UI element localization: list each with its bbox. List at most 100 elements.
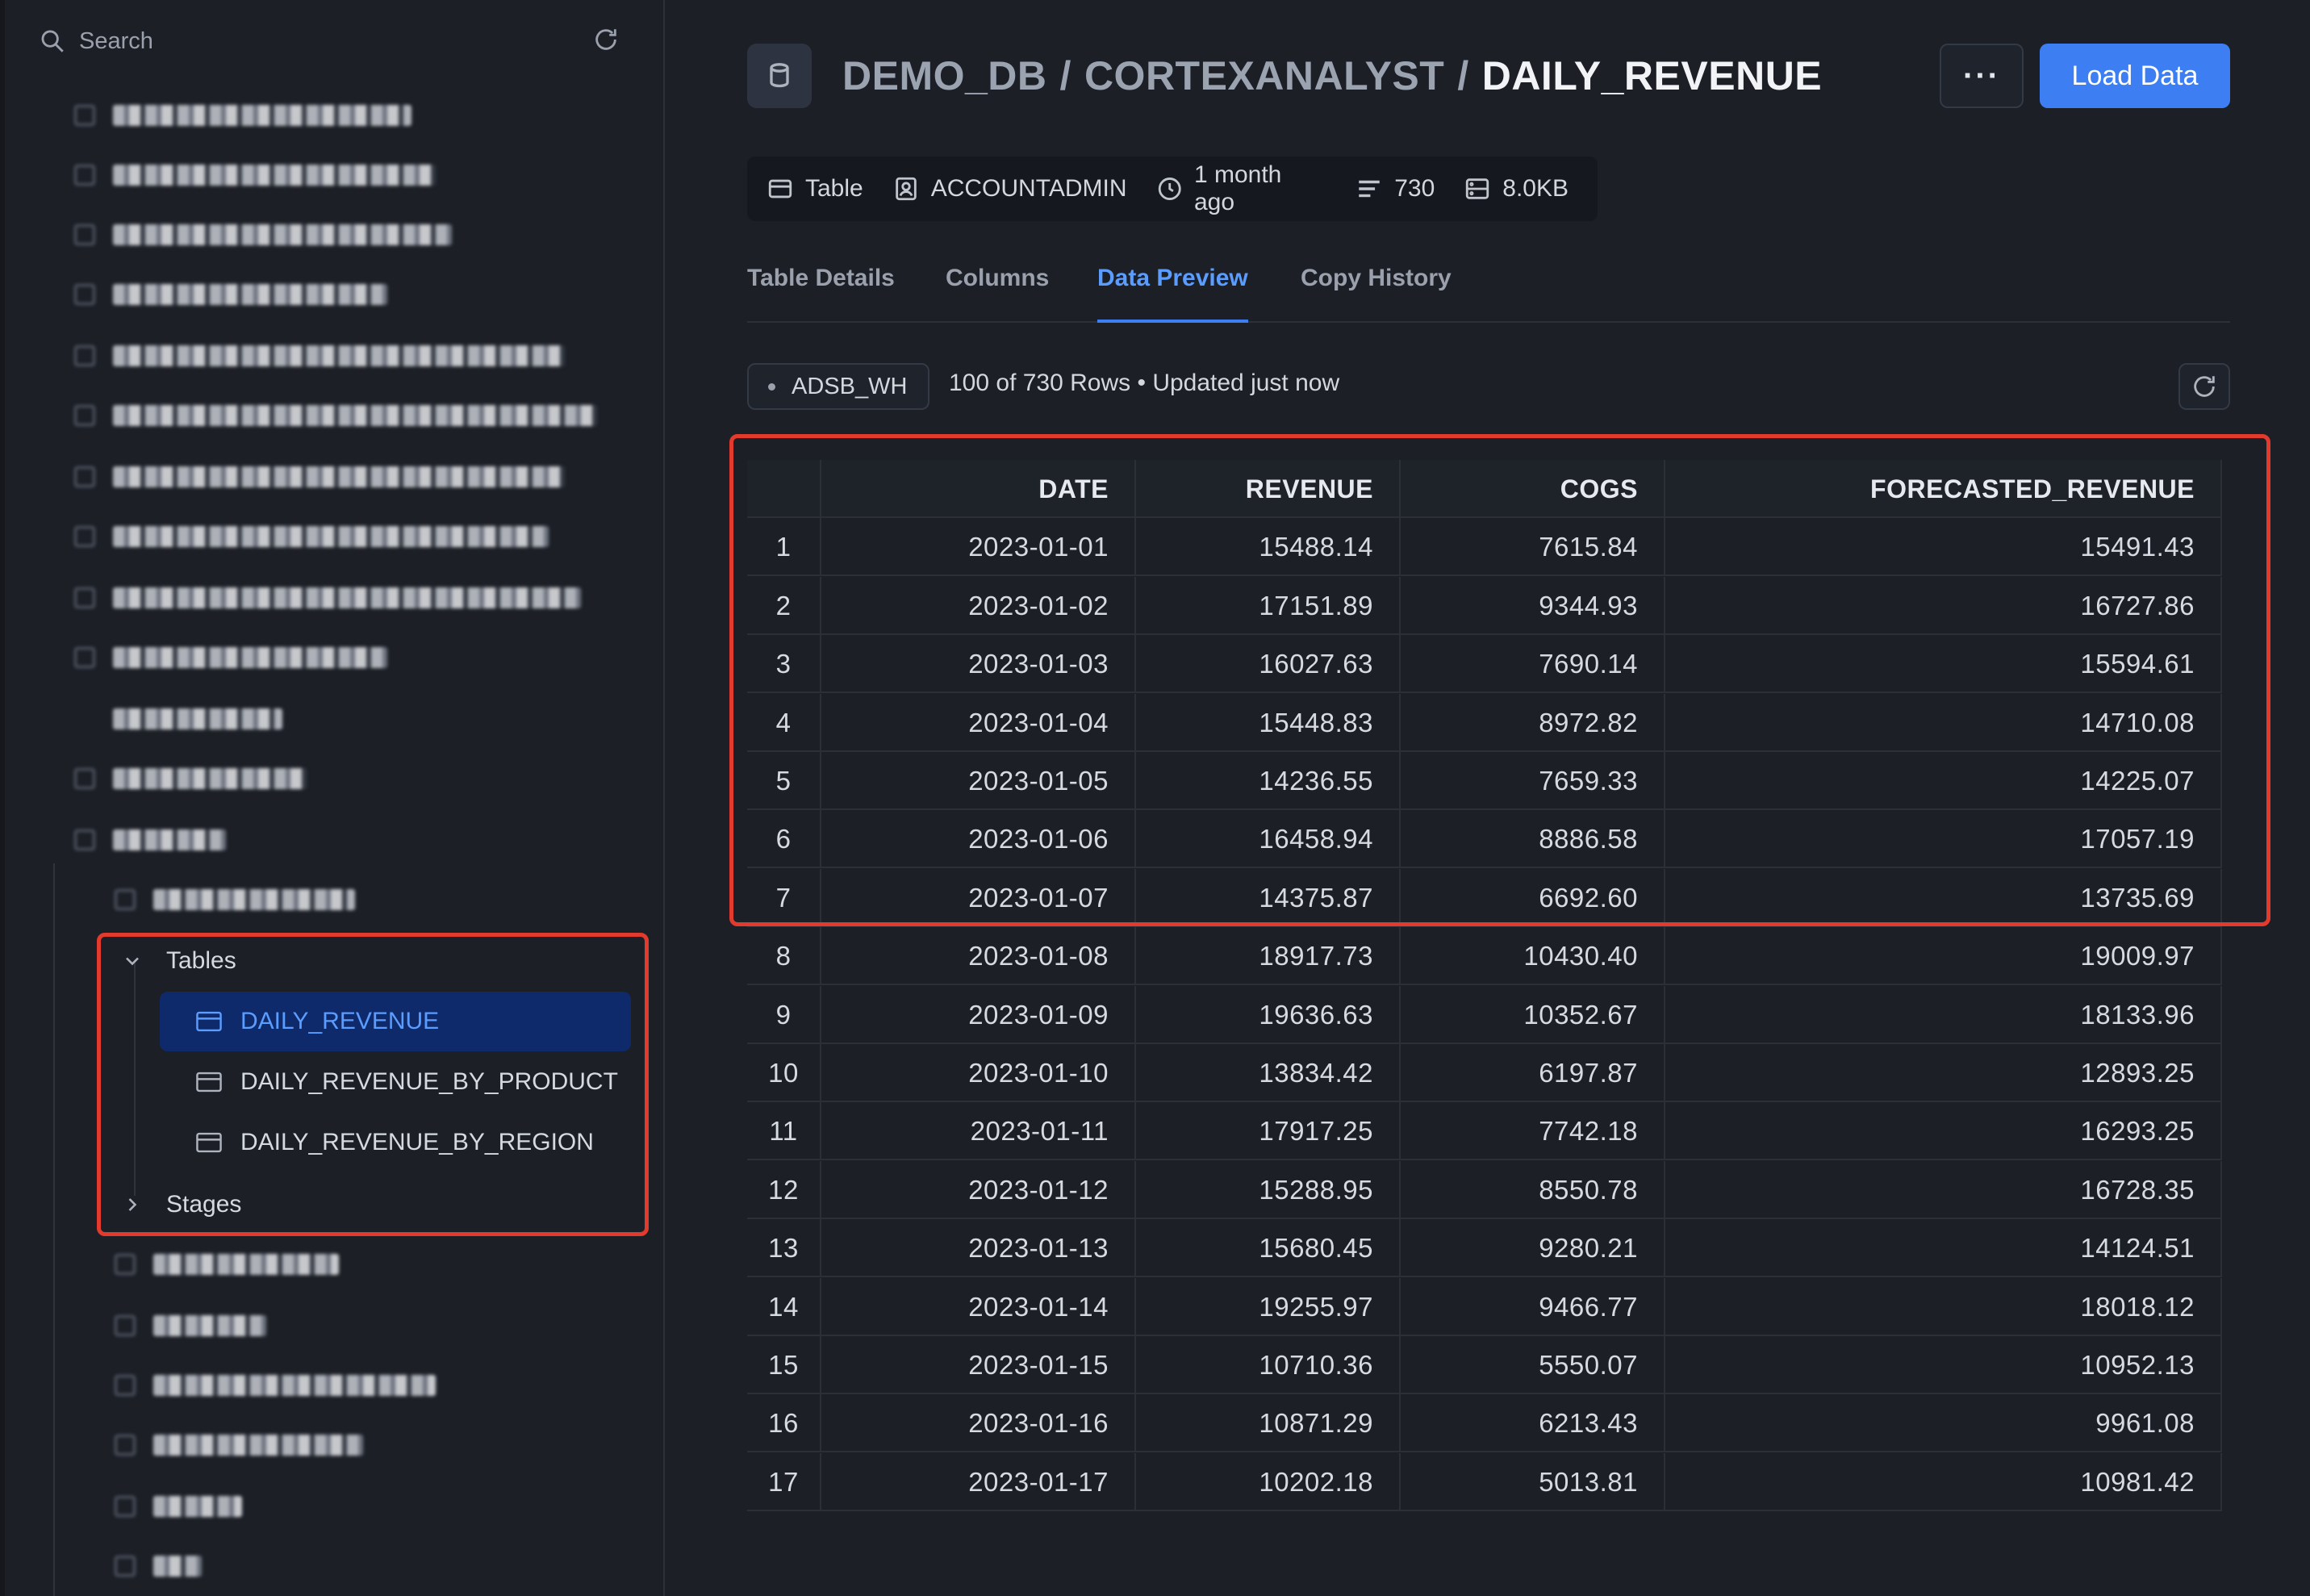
table-row[interactable]: 7 2023-01-07 14375.87 6692.60 13735.69	[747, 868, 2222, 927]
tree-item-redacted[interactable]	[86, 1235, 339, 1294]
tree-item-redacted[interactable]	[45, 386, 597, 445]
table-cell[interactable]: 7659.33	[1401, 752, 1665, 810]
tree-item-redacted[interactable]	[86, 870, 355, 930]
table-cell[interactable]: 16293.25	[1665, 1102, 2222, 1161]
column-header[interactable]: FORECASTED_REVENUE	[1665, 460, 2222, 518]
tree-item-redacted[interactable]	[45, 507, 549, 566]
table-cell[interactable]: 10352.67	[1401, 985, 1665, 1044]
table-cell[interactable]: 2023-01-11	[821, 1102, 1136, 1161]
table-cell[interactable]: 2023-01-08	[821, 927, 1136, 986]
table-row[interactable]: 2 2023-01-02 17151.89 9344.93 16727.86	[747, 576, 2222, 635]
tree-item-redacted[interactable]	[45, 265, 387, 324]
tree-item-redacted[interactable]	[45, 205, 452, 265]
tree-item-redacted[interactable]	[45, 689, 282, 749]
breadcrumb-schema[interactable]: CORTEXANALYST	[1084, 52, 1444, 99]
table-cell[interactable]: 10430.40	[1401, 927, 1665, 986]
table-cell[interactable]: 8550.78	[1401, 1160, 1665, 1219]
tree-item-redacted[interactable]	[45, 810, 226, 870]
tab-columns[interactable]: Columns	[946, 265, 1049, 323]
load-data-button[interactable]: Load Data	[2040, 44, 2230, 108]
table-row[interactable]: 3 2023-01-03 16027.63 7690.14 15594.61	[747, 635, 2222, 694]
table-cell[interactable]: 2023-01-15	[821, 1336, 1136, 1394]
column-header[interactable]: REVENUE	[1136, 460, 1401, 518]
table-cell[interactable]: 10710.36	[1136, 1336, 1401, 1394]
table-cell[interactable]: 9280.21	[1401, 1219, 1665, 1278]
table-row[interactable]: 12 2023-01-12 15288.95 8550.78 16728.35	[747, 1160, 2222, 1219]
table-cell[interactable]: 2023-01-10	[821, 1044, 1136, 1102]
table-cell[interactable]: 14225.07	[1665, 752, 2222, 810]
table-row[interactable]: 1 2023-01-01 15488.14 7615.84 15491.43	[747, 518, 2222, 577]
table-cell[interactable]: 2023-01-03	[821, 635, 1136, 694]
table-cell[interactable]: 2023-01-06	[821, 810, 1136, 869]
table-cell[interactable]: 2023-01-04	[821, 693, 1136, 752]
table-cell[interactable]: 7690.14	[1401, 635, 1665, 694]
table-cell[interactable]: 16027.63	[1136, 635, 1401, 694]
tree-item-redacted[interactable]	[86, 1415, 363, 1475]
table-cell[interactable]: 2023-01-02	[821, 576, 1136, 635]
tree-item-redacted[interactable]	[45, 749, 307, 808]
tab-data-preview[interactable]: Data Preview	[1097, 265, 1248, 323]
table-cell[interactable]: 2023-01-12	[821, 1160, 1136, 1219]
table-row[interactable]: 16 2023-01-16 10871.29 6213.43 9961.08	[747, 1394, 2222, 1453]
table-cell[interactable]: 13735.69	[1665, 868, 2222, 927]
table-cell[interactable]: 2023-01-09	[821, 985, 1136, 1044]
table-cell[interactable]: 8886.58	[1401, 810, 1665, 869]
table-cell[interactable]: 18917.73	[1136, 927, 1401, 986]
table-cell[interactable]: 19636.63	[1136, 985, 1401, 1044]
table-cell[interactable]: 10952.13	[1665, 1336, 2222, 1394]
table-cell[interactable]: 15680.45	[1136, 1219, 1401, 1278]
table-cell[interactable]: 10202.18	[1136, 1452, 1401, 1511]
table-cell[interactable]: 15491.43	[1665, 518, 2222, 577]
table-cell[interactable]: 15488.14	[1136, 518, 1401, 577]
tree-item-redacted[interactable]	[86, 1356, 436, 1415]
table-cell[interactable]: 9961.08	[1665, 1394, 2222, 1453]
table-cell[interactable]: 19255.97	[1136, 1277, 1401, 1336]
table-cell[interactable]: 6197.87	[1401, 1044, 1665, 1102]
tab-table-details[interactable]: Table Details	[747, 265, 895, 323]
table-row[interactable]: 14 2023-01-14 19255.97 9466.77 18018.12	[747, 1277, 2222, 1336]
tree-item-redacted[interactable]	[45, 628, 387, 687]
table-cell[interactable]: 5550.07	[1401, 1336, 1665, 1394]
tree-item-redacted[interactable]	[86, 1296, 266, 1356]
table-cell[interactable]: 16458.94	[1136, 810, 1401, 869]
refresh-preview-button[interactable]	[2178, 363, 2230, 410]
refresh-icon[interactable]	[592, 26, 620, 53]
more-options-button[interactable]: ···	[1940, 44, 2024, 108]
table-cell[interactable]: 8972.82	[1401, 693, 1665, 752]
tree-item-redacted[interactable]	[86, 1477, 242, 1536]
table-cell[interactable]: 18018.12	[1665, 1277, 2222, 1336]
table-row[interactable]: 9 2023-01-09 19636.63 10352.67 18133.96	[747, 985, 2222, 1044]
table-cell[interactable]: 6213.43	[1401, 1394, 1665, 1453]
sidebar-search[interactable]: Search	[39, 23, 620, 60]
table-cell[interactable]: 7742.18	[1401, 1102, 1665, 1161]
table-cell[interactable]: 15594.61	[1665, 635, 2222, 694]
column-header[interactable]: COGS	[1401, 460, 1665, 518]
table-cell[interactable]: 2023-01-14	[821, 1277, 1136, 1336]
table-row[interactable]: 6 2023-01-06 16458.94 8886.58 17057.19	[747, 810, 2222, 869]
table-cell[interactable]: 12893.25	[1665, 1044, 2222, 1102]
table-cell[interactable]: 14710.08	[1665, 693, 2222, 752]
table-cell[interactable]: 9344.93	[1401, 576, 1665, 635]
tree-item-redacted[interactable]	[86, 1536, 202, 1596]
tree-item-redacted[interactable]	[45, 86, 411, 145]
column-header[interactable]: DATE	[821, 460, 1136, 518]
table-cell[interactable]: 2023-01-01	[821, 518, 1136, 577]
table-row[interactable]: 11 2023-01-11 17917.25 7742.18 16293.25	[747, 1102, 2222, 1161]
search-input[interactable]: Search	[79, 28, 153, 55]
table-cell[interactable]: 2023-01-13	[821, 1219, 1136, 1278]
table-cell[interactable]: 9466.77	[1401, 1277, 1665, 1336]
table-cell[interactable]: 10981.42	[1665, 1452, 2222, 1511]
table-row[interactable]: 13 2023-01-13 15680.45 9280.21 14124.51	[747, 1219, 2222, 1278]
breadcrumb-database[interactable]: DEMO_DB	[842, 52, 1047, 99]
table-cell[interactable]: 16728.35	[1665, 1160, 2222, 1219]
table-cell[interactable]: 5013.81	[1401, 1452, 1665, 1511]
table-cell[interactable]: 13834.42	[1136, 1044, 1401, 1102]
table-row[interactable]: 15 2023-01-15 10710.36 5550.07 10952.13	[747, 1336, 2222, 1394]
table-cell[interactable]: 14124.51	[1665, 1219, 2222, 1278]
table-cell[interactable]: 17151.89	[1136, 576, 1401, 635]
table-cell[interactable]: 18133.96	[1665, 985, 2222, 1044]
table-cell[interactable]: 10871.29	[1136, 1394, 1401, 1453]
table-row[interactable]: 10 2023-01-10 13834.42 6197.87 12893.25	[747, 1044, 2222, 1102]
table-cell[interactable]: 19009.97	[1665, 927, 2222, 986]
table-cell[interactable]: 14236.55	[1136, 752, 1401, 810]
